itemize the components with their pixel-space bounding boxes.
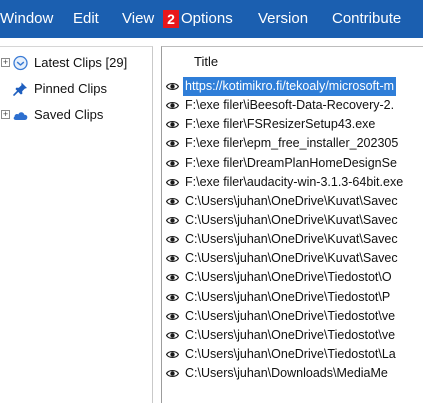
eye-icon [165,138,180,149]
clip-title: F:\exe filer\epm_free_installer_202305 [185,136,399,151]
menu-bar: Window Edit View 2 Options Version Contr… [0,0,423,38]
column-title-label: Title [194,54,219,69]
clip-title: F:\exe filer\DreamPlanHomeDesignSe [185,155,397,170]
column-header-title[interactable]: Title [162,47,423,77]
eye-icon [165,158,180,169]
eye-icon [165,119,180,130]
clip-row[interactable]: F:\exe filer\epm_free_installer_202305 [162,134,423,153]
clip-title: C:\Users\juhan\Downloads\MediaMe [185,366,388,381]
clip-row[interactable]: F:\exe filer\FSResizerSetup43.exe [162,115,423,134]
clip-title: F:\exe filer\audacity-win-3.1.3-64bit.ex… [185,174,404,189]
clip-title: F:\exe filer\FSResizerSetup43.exe [185,117,376,132]
clip-title: C:\Users\juhan\OneDrive\Tiedostot\ve [185,327,396,342]
clip-row[interactable]: F:\exe filer\audacity-win-3.1.3-64bit.ex… [162,173,423,192]
clip-title: C:\Users\juhan\OneDrive\Tiedostot\La [185,346,396,361]
clock-icon [13,55,28,71]
tree-item-label: Pinned Clips [34,81,107,96]
clip-row[interactable]: F:\exe filer\DreamPlanHomeDesignSe [162,154,423,173]
eye-icon [165,177,180,188]
eye-icon [165,330,180,341]
clip-title: C:\Users\juhan\OneDrive\Kuvat\Savec [185,251,398,266]
eye-icon [165,349,180,360]
clip-title: C:\Users\juhan\OneDrive\Kuvat\Savec [185,193,398,208]
clip-row[interactable]: C:\Users\juhan\Downloads\MediaMe [162,364,423,383]
clip-title: C:\Users\juhan\OneDrive\Tiedostot\O [185,270,392,285]
clip-row[interactable]: C:\Users\juhan\OneDrive\Kuvat\Savec [162,211,423,230]
clip-title: C:\Users\juhan\OneDrive\Kuvat\Savec [185,212,398,227]
clip-row[interactable]: C:\Users\juhan\OneDrive\Tiedostot\O [162,268,423,287]
clip-row[interactable]: C:\Users\juhan\OneDrive\Tiedostot\P [162,288,423,307]
eye-icon [165,215,180,226]
menu-contribute[interactable]: Contribute [332,10,401,28]
eye-icon [165,272,180,283]
pin-icon [13,82,27,96]
clip-list: https://kotimikro.fi/tekoaly/microsoft-m… [162,77,423,383]
eye-icon [165,253,180,264]
clip-row[interactable]: F:\exe filer\iBeesoft-Data-Recovery-2. [162,96,423,115]
clip-row[interactable]: https://kotimikro.fi/tekoaly/microsoft-m [162,77,423,96]
eye-icon [165,292,180,303]
tree-item-label: Latest Clips [29] [34,55,128,70]
eye-icon [165,81,180,92]
menu-window[interactable]: Window [0,10,53,28]
tree-item-label: Saved Clips [34,107,104,122]
menu-version[interactable]: Version [258,10,308,28]
eye-icon [165,100,180,111]
menu-edit[interactable]: Edit [73,10,99,28]
clip-row[interactable]: C:\Users\juhan\OneDrive\Tiedostot\La [162,345,423,364]
clip-row[interactable]: C:\Users\juhan\OneDrive\Kuvat\Savec [162,192,423,211]
clip-title: C:\Users\juhan\OneDrive\Kuvat\Savec [185,232,398,247]
clip-title: C:\Users\juhan\OneDrive\Tiedostot\P [185,289,391,304]
clip-title: https://kotimikro.fi/tekoaly/microsoft-m [183,77,397,96]
expand-icon[interactable]: + [1,58,10,67]
cloud-icon [13,112,28,120]
eye-icon [165,234,180,245]
clip-title: C:\Users\juhan\OneDrive\Tiedostot\ve [185,308,396,323]
annotation-badge: 2 [163,10,179,28]
eye-icon [165,368,180,379]
menu-view[interactable]: View [122,10,154,28]
clip-row[interactable]: C:\Users\juhan\OneDrive\Tiedostot\ve [162,326,423,345]
expand-icon[interactable]: + [1,110,10,119]
clips-tree-panel: + Latest Clips [29] Pinned Clips + Saved… [0,46,153,403]
clip-row[interactable]: C:\Users\juhan\OneDrive\Kuvat\Savec [162,249,423,268]
eye-icon [165,196,180,207]
clip-row[interactable]: C:\Users\juhan\OneDrive\Tiedostot\ve [162,307,423,326]
eye-icon [165,311,180,322]
clip-row[interactable]: C:\Users\juhan\OneDrive\Kuvat\Savec [162,230,423,249]
clips-list-panel: Title https://kotimikro.fi/tekoaly/micro… [161,46,423,403]
menu-options[interactable]: Options [181,10,233,28]
clip-title: F:\exe filer\iBeesoft-Data-Recovery-2. [185,98,395,113]
